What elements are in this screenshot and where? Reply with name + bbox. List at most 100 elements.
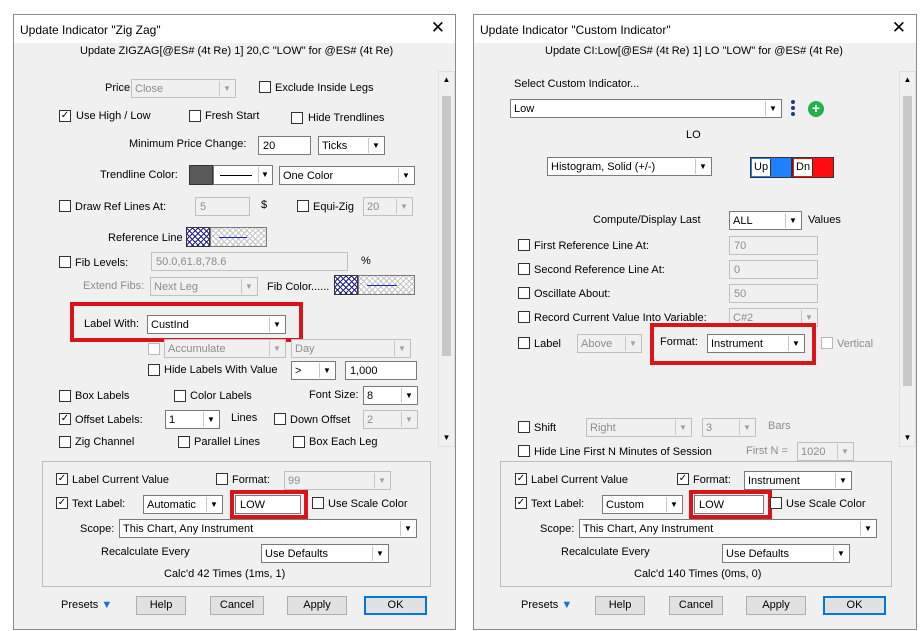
second-ref-input[interactable]: 0 [729,260,818,279]
label-checkbox[interactable] [518,337,530,349]
use-scale-color-checkbox[interactable] [312,497,324,509]
extend-fibs-select[interactable]: Next Leg ▼ [150,277,258,296]
scroll-thumb[interactable] [903,96,912,386]
one-color-select[interactable]: One Color ▼ [279,166,415,185]
ok-button[interactable]: OK [364,596,427,615]
text-label-mode-select[interactable]: Custom ▼ [602,495,683,514]
chevron-down-icon[interactable]: ▼ [258,167,271,183]
scope-select[interactable]: This Chart, Any Instrument ▼ [579,519,877,538]
format-select[interactable]: 99 ▼ [284,471,391,490]
font-size-select[interactable]: 8 ▼ [363,386,418,405]
hide-trendlines-checkbox[interactable] [291,112,303,124]
plot-style-select[interactable]: Histogram, Solid (+/-) ▼ [547,157,712,176]
parallel-lines-checkbox[interactable] [178,436,190,448]
offset-labels-checkbox[interactable]: ✓ [59,413,71,425]
accumulate-select[interactable]: Accumulate ▼ [164,339,286,358]
hide-labels-value-input[interactable]: 1,000 [345,361,417,380]
recalc-select[interactable]: Use Defaults ▼ [261,544,389,563]
ok-button[interactable]: OK [823,596,886,615]
trendline-style-picker[interactable]: ▼ [213,165,273,185]
box-labels-checkbox[interactable] [59,390,71,402]
help-button[interactable]: Help [136,596,186,615]
second-ref-checkbox[interactable] [518,263,530,275]
chevron-down-icon[interactable]: ▼ [561,599,572,611]
up-color-swatch[interactable]: Up [750,157,792,178]
shift-value-select[interactable]: 3 ▼ [702,418,756,437]
text-label-checkbox[interactable]: ✓ [56,497,68,509]
apply-button[interactable]: Apply [746,596,806,615]
equi-zig-select[interactable]: 20 ▼ [363,197,413,216]
help-button[interactable]: Help [595,596,645,615]
label-current-value-checkbox[interactable]: ✓ [56,473,68,485]
hide-labels-checkbox[interactable] [148,364,160,376]
dn-color-swatch[interactable]: Dn [792,157,834,178]
day-select[interactable]: Day ▼ [291,339,411,358]
scroll-down-icon[interactable]: ▼ [439,430,454,446]
indicator-select[interactable]: Low ▼ [510,99,782,118]
reference-line-style-picker[interactable] [210,227,267,247]
fib-levels-input[interactable]: 50.0,61.8,78.6 [151,252,348,271]
equi-zig-checkbox[interactable] [297,200,309,212]
zig-channel-checkbox[interactable] [59,436,71,448]
vertical-scrollbar[interactable]: ▲ ▼ [438,71,455,447]
oscillate-label: Oscillate About: [534,288,611,300]
shift-checkbox[interactable] [518,421,530,433]
format-checkbox[interactable] [216,473,228,485]
cancel-button[interactable]: Cancel [669,596,723,615]
draw-ref-lines-checkbox[interactable] [59,200,71,212]
box-each-leg-checkbox[interactable] [293,436,305,448]
more-options-icon[interactable] [790,99,796,117]
color-labels-checkbox[interactable] [174,390,186,402]
use-scale-color-checkbox[interactable] [770,497,782,509]
label-current-value-checkbox[interactable]: ✓ [515,473,527,485]
vertical-checkbox[interactable] [821,337,833,349]
label-position-select[interactable]: Above ▼ [577,334,642,353]
text-label-checkbox[interactable]: ✓ [515,497,527,509]
down-offset-checkbox[interactable] [274,413,286,425]
add-indicator-icon[interactable]: + [808,101,824,117]
chevron-down-icon[interactable]: ▼ [101,599,112,611]
vertical-scrollbar[interactable]: ▲ ▼ [899,71,916,447]
scroll-up-icon[interactable]: ▲ [900,72,915,88]
text-label-mode-select[interactable]: Automatic ▼ [143,495,223,514]
hide-line-checkbox[interactable] [518,445,530,457]
format2-select[interactable]: Instrument ▼ [744,471,852,490]
scroll-thumb[interactable] [442,96,451,356]
recalc-select[interactable]: Use Defaults ▼ [722,544,850,563]
fresh-start-checkbox[interactable] [189,110,201,122]
scope-select[interactable]: This Chart, Any Instrument ▼ [119,519,417,538]
first-ref-input[interactable]: 70 [729,236,818,255]
record-checkbox[interactable] [518,311,530,323]
compute-select[interactable]: ALL ▼ [729,211,802,230]
price-select[interactable]: Close ▼ [131,79,236,98]
close-icon[interactable]: ✕ [892,19,906,37]
dn-label: Dn [794,159,814,176]
first-ref-checkbox[interactable] [518,239,530,251]
scroll-up-icon[interactable]: ▲ [439,72,454,88]
format2-checkbox[interactable]: ✓ [677,473,689,485]
exclude-inside-legs-checkbox[interactable] [259,81,271,93]
presets-button[interactable]: Presets ▼ [61,599,112,611]
close-icon[interactable]: ✕ [431,19,445,37]
ticks-select[interactable]: Ticks ▼ [318,136,385,155]
scroll-down-icon[interactable]: ▼ [900,430,915,446]
fib-levels-checkbox[interactable] [59,256,71,268]
oscillate-input[interactable]: 50 [729,284,818,303]
presets-button[interactable]: Presets ▼ [521,599,572,611]
reference-line-color-swatch[interactable] [186,227,210,247]
first-n-select[interactable]: 1020 ▼ [797,442,854,461]
trendline-color-swatch[interactable] [189,165,213,185]
apply-button[interactable]: Apply [287,596,347,615]
oscillate-checkbox[interactable] [518,287,530,299]
fib-style-picker[interactable] [358,275,415,295]
fib-color-swatch[interactable] [334,275,358,295]
cancel-button[interactable]: Cancel [210,596,264,615]
hide-labels-operator-select[interactable]: > ▼ [291,361,336,380]
ref-lines-input[interactable]: 5 [195,197,250,216]
accumulate-checkbox[interactable] [148,343,160,355]
down-offset-select[interactable]: 2 ▼ [363,410,418,429]
min-price-change-input[interactable]: 20 [258,136,311,155]
use-high-low-checkbox[interactable]: ✓ [59,110,71,122]
shift-direction-select[interactable]: Right ▼ [586,418,692,437]
offset-labels-select[interactable]: 1 ▼ [165,410,220,429]
